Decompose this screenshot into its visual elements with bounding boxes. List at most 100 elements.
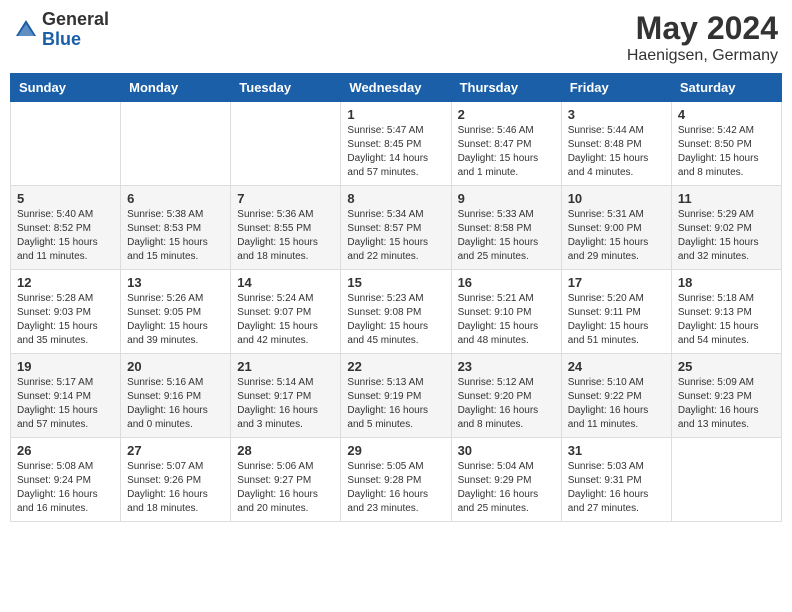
calendar-cell: 10 Sunrise: 5:31 AMSunset: 9:00 PMDayligh… xyxy=(561,186,671,270)
day-info: Sunrise: 5:38 AMSunset: 8:53 PMDaylight:… xyxy=(127,208,224,264)
day-number: 23 xyxy=(458,359,555,374)
calendar-cell: 7Sunrise: 5:36 AMSunset: 8:55 PMDaylight… xyxy=(231,186,341,270)
day-info: Sunrise: 5:34 AMSunset: 8:57 PMDaylight:… xyxy=(347,208,444,264)
calendar-cell: 6 Sunrise: 5:38 AMSunset: 8:53 PMDaylight… xyxy=(121,186,231,270)
calendar-cell: 27 Sunrise: 5:07 AMSunset: 9:26 PMDayligh… xyxy=(121,438,231,522)
day-info: Sunrise: 5:18 AMSunset: 9:13 PMDaylight:… xyxy=(678,292,775,348)
day-number: 6 xyxy=(127,191,224,206)
day-number: 1 xyxy=(347,107,444,122)
weekday-header-tuesday: Tuesday xyxy=(231,74,341,102)
day-info: Sunrise: 5:24 AMSunset: 9:07 PMDaylight:… xyxy=(237,292,334,348)
calendar-title: May 2024 xyxy=(627,10,778,47)
calendar-body: 1 Sunrise: 5:47 AMSunset: 8:45 PMDaylight… xyxy=(11,102,782,522)
calendar-cell: 23 Sunrise: 5:12 AMSunset: 9:20 PMDayligh… xyxy=(451,354,561,438)
day-info: Sunrise: 5:10 AMSunset: 9:22 PMDaylight:… xyxy=(568,376,665,432)
weekday-header-thursday: Thursday xyxy=(451,74,561,102)
day-info: Sunrise: 5:46 AMSunset: 8:47 PMDaylight:… xyxy=(458,124,555,180)
day-number: 28 xyxy=(237,443,334,458)
day-number: 22 xyxy=(347,359,444,374)
calendar-cell: 4 Sunrise: 5:42 AMSunset: 8:50 PMDaylight… xyxy=(671,102,781,186)
day-info: Sunrise: 5:23 AMSunset: 9:08 PMDaylight:… xyxy=(347,292,444,348)
calendar-cell: 3Sunrise: 5:44 AMSunset: 8:48 PMDaylight… xyxy=(561,102,671,186)
day-number: 13 xyxy=(127,275,224,290)
logo-icon xyxy=(14,18,38,42)
calendar-cell: 8 Sunrise: 5:34 AMSunset: 8:57 PMDaylight… xyxy=(341,186,451,270)
logo-text: General Blue xyxy=(42,10,109,50)
day-number: 21 xyxy=(237,359,334,374)
calendar-cell xyxy=(231,102,341,186)
calendar-cell: 17Sunrise: 5:20 AMSunset: 9:11 PMDayligh… xyxy=(561,270,671,354)
calendar-cell: 18Sunrise: 5:18 AMSunset: 9:13 PMDayligh… xyxy=(671,270,781,354)
day-info: Sunrise: 5:04 AMSunset: 9:29 PMDaylight:… xyxy=(458,460,555,516)
day-info: Sunrise: 5:17 AMSunset: 9:14 PMDaylight:… xyxy=(17,376,114,432)
day-info: Sunrise: 5:08 AMSunset: 9:24 PMDaylight:… xyxy=(17,460,114,516)
day-number: 10 xyxy=(568,191,665,206)
calendar-week-row: 5 Sunrise: 5:40 AMSunset: 8:52 PMDaylight… xyxy=(11,186,782,270)
logo: General Blue xyxy=(14,10,109,50)
day-info: Sunrise: 5:31 AMSunset: 9:00 PMDaylight:… xyxy=(568,208,665,264)
day-info: Sunrise: 5:12 AMSunset: 9:20 PMDaylight:… xyxy=(458,376,555,432)
day-number: 25 xyxy=(678,359,775,374)
day-number: 24 xyxy=(568,359,665,374)
day-info: Sunrise: 5:06 AMSunset: 9:27 PMDaylight:… xyxy=(237,460,334,516)
calendar-cell: 5 Sunrise: 5:40 AMSunset: 8:52 PMDaylight… xyxy=(11,186,121,270)
day-number: 20 xyxy=(127,359,224,374)
calendar-cell: 16 Sunrise: 5:21 AMSunset: 9:10 PMDayligh… xyxy=(451,270,561,354)
day-info: Sunrise: 5:28 AMSunset: 9:03 PMDaylight:… xyxy=(17,292,114,348)
day-number: 27 xyxy=(127,443,224,458)
day-number: 17 xyxy=(568,275,665,290)
calendar-cell: 2 Sunrise: 5:46 AMSunset: 8:47 PMDaylight… xyxy=(451,102,561,186)
day-info: Sunrise: 5:16 AMSunset: 9:16 PMDaylight:… xyxy=(127,376,224,432)
weekday-header-row: SundayMondayTuesdayWednesdayThursdayFrid… xyxy=(11,74,782,102)
weekday-header-saturday: Saturday xyxy=(671,74,781,102)
day-number: 15 xyxy=(347,275,444,290)
calendar-cell: 31 Sunrise: 5:03 AMSunset: 9:31 PMDayligh… xyxy=(561,438,671,522)
day-number: 2 xyxy=(458,107,555,122)
logo-blue-text: Blue xyxy=(42,30,109,50)
logo-general-text: General xyxy=(42,10,109,30)
day-number: 4 xyxy=(678,107,775,122)
page-header: General Blue May 2024 Haenigsen, Germany xyxy=(10,10,782,65)
weekday-header-friday: Friday xyxy=(561,74,671,102)
day-info: Sunrise: 5:36 AMSunset: 8:55 PMDaylight:… xyxy=(237,208,334,264)
day-info: Sunrise: 5:42 AMSunset: 8:50 PMDaylight:… xyxy=(678,124,775,180)
calendar-week-row: 19Sunrise: 5:17 AMSunset: 9:14 PMDayligh… xyxy=(11,354,782,438)
calendar-cell xyxy=(121,102,231,186)
day-info: Sunrise: 5:03 AMSunset: 9:31 PMDaylight:… xyxy=(568,460,665,516)
day-info: Sunrise: 5:33 AMSunset: 8:58 PMDaylight:… xyxy=(458,208,555,264)
day-info: Sunrise: 5:09 AMSunset: 9:23 PMDaylight:… xyxy=(678,376,775,432)
weekday-header-wednesday: Wednesday xyxy=(341,74,451,102)
calendar-cell: 14 Sunrise: 5:24 AMSunset: 9:07 PMDayligh… xyxy=(231,270,341,354)
day-info: Sunrise: 5:07 AMSunset: 9:26 PMDaylight:… xyxy=(127,460,224,516)
day-number: 14 xyxy=(237,275,334,290)
calendar-cell: 1 Sunrise: 5:47 AMSunset: 8:45 PMDaylight… xyxy=(341,102,451,186)
calendar-cell: 21Sunrise: 5:14 AMSunset: 9:17 PMDayligh… xyxy=(231,354,341,438)
day-info: Sunrise: 5:21 AMSunset: 9:10 PMDaylight:… xyxy=(458,292,555,348)
calendar-cell: 24 Sunrise: 5:10 AMSunset: 9:22 PMDayligh… xyxy=(561,354,671,438)
day-number: 3 xyxy=(568,107,665,122)
day-number: 5 xyxy=(17,191,114,206)
day-number: 30 xyxy=(458,443,555,458)
calendar-week-row: 26Sunrise: 5:08 AMSunset: 9:24 PMDayligh… xyxy=(11,438,782,522)
calendar-location: Haenigsen, Germany xyxy=(627,47,778,65)
weekday-header-monday: Monday xyxy=(121,74,231,102)
calendar-cell: 25 Sunrise: 5:09 AMSunset: 9:23 PMDayligh… xyxy=(671,354,781,438)
calendar-cell: 11Sunrise: 5:29 AMSunset: 9:02 PMDayligh… xyxy=(671,186,781,270)
day-info: Sunrise: 5:26 AMSunset: 9:05 PMDaylight:… xyxy=(127,292,224,348)
day-number: 8 xyxy=(347,191,444,206)
title-block: May 2024 Haenigsen, Germany xyxy=(627,10,778,65)
calendar-cell: 9Sunrise: 5:33 AMSunset: 8:58 PMDaylight… xyxy=(451,186,561,270)
calendar-cell: 13 Sunrise: 5:26 AMSunset: 9:05 PMDayligh… xyxy=(121,270,231,354)
calendar-week-row: 12Sunrise: 5:28 AMSunset: 9:03 PMDayligh… xyxy=(11,270,782,354)
day-number: 31 xyxy=(568,443,665,458)
calendar-table: SundayMondayTuesdayWednesdayThursdayFrid… xyxy=(10,73,782,522)
day-info: Sunrise: 5:29 AMSunset: 9:02 PMDaylight:… xyxy=(678,208,775,264)
calendar-cell: 28 Sunrise: 5:06 AMSunset: 9:27 PMDayligh… xyxy=(231,438,341,522)
day-number: 16 xyxy=(458,275,555,290)
calendar-cell: 30 Sunrise: 5:04 AMSunset: 9:29 PMDayligh… xyxy=(451,438,561,522)
day-info: Sunrise: 5:05 AMSunset: 9:28 PMDaylight:… xyxy=(347,460,444,516)
day-info: Sunrise: 5:47 AMSunset: 8:45 PMDaylight:… xyxy=(347,124,444,180)
calendar-header: SundayMondayTuesdayWednesdayThursdayFrid… xyxy=(11,74,782,102)
day-info: Sunrise: 5:40 AMSunset: 8:52 PMDaylight:… xyxy=(17,208,114,264)
calendar-cell xyxy=(11,102,121,186)
